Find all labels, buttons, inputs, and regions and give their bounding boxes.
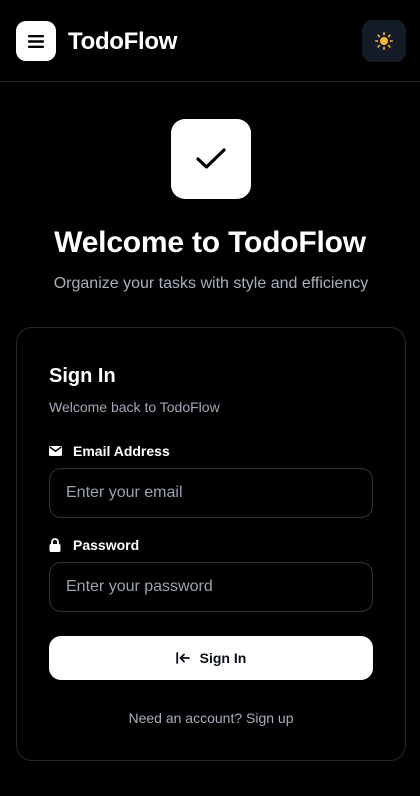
card-subtitle: Welcome back to TodoFlow — [49, 399, 220, 415]
email-label: Email Address — [49, 443, 170, 459]
sign-in-button-label: Sign In — [199, 650, 247, 666]
sign-in-button[interactable]: Sign In — [49, 636, 373, 680]
sign-in-card: Sign In Welcome back to TodoFlow Email A… — [16, 327, 406, 761]
email-label-text: Email Address — [73, 443, 170, 459]
theme-toggle-button[interactable] — [362, 20, 406, 62]
sun-icon — [375, 32, 393, 50]
password-input[interactable] — [49, 562, 373, 612]
email-input[interactable] — [49, 468, 373, 518]
hamburger-menu-icon — [28, 34, 44, 48]
card-title: Sign In — [49, 365, 116, 387]
welcome-subtitle: Organize your tasks with style and effic… — [53, 275, 369, 292]
app-header: TodoFlow — [0, 0, 420, 82]
lock-icon — [49, 538, 65, 552]
password-label-text: Password — [73, 537, 140, 553]
mail-icon — [49, 444, 65, 458]
sign-in-arrow-icon — [175, 652, 190, 664]
password-label: Password — [49, 537, 139, 553]
brand-title: TodoFlow — [68, 28, 178, 55]
welcome-title: Welcome to TodoFlow — [54, 226, 366, 259]
menu-button[interactable] — [16, 21, 56, 61]
sign-up-link[interactable]: Need an account? Sign up — [17, 710, 405, 726]
checkmark-icon — [196, 148, 226, 170]
hero-logo — [171, 119, 251, 199]
